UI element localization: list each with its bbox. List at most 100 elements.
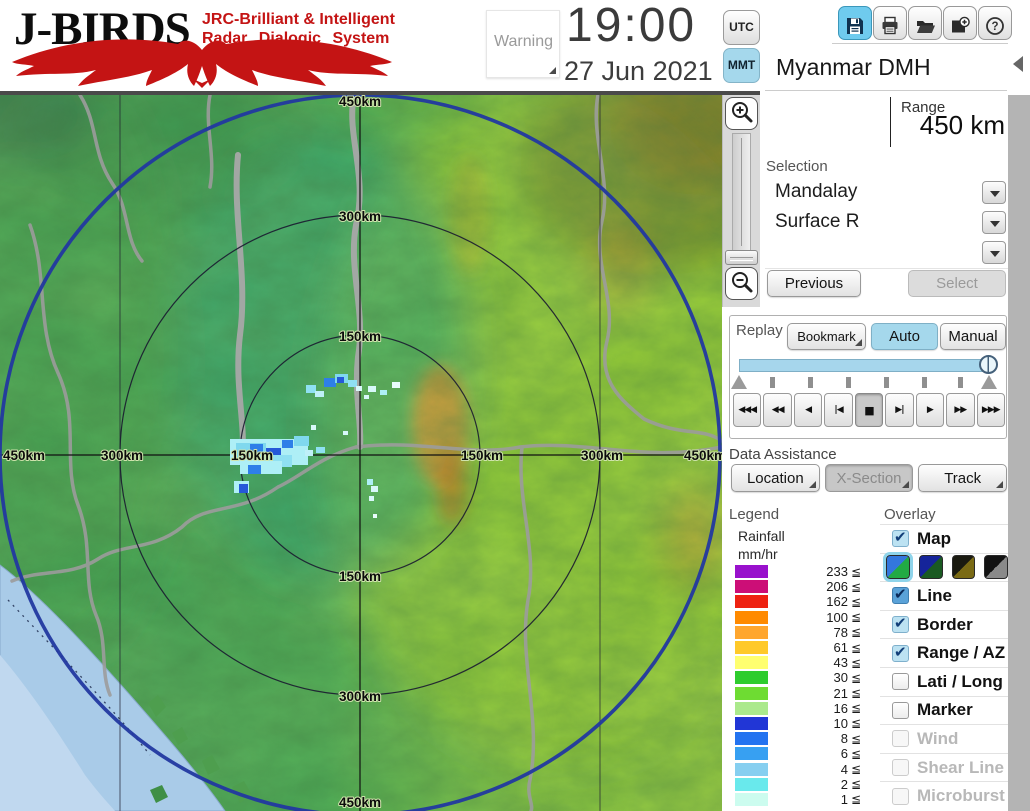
capture-icon: [952, 16, 970, 32]
overlay-item-label: Shear Line: [917, 757, 1004, 777]
open-folder-icon: [917, 20, 935, 33]
play-button[interactable]: ▶: [915, 393, 945, 427]
step-back-button[interactable]: |◀: [824, 393, 853, 427]
shear-line-checkbox: [892, 759, 909, 777]
range-label-150km: 150km: [461, 448, 503, 463]
clock-date: 27 Jun 2021: [564, 56, 713, 86]
precip-cell: [324, 378, 336, 387]
lte-symbol: ≦: [851, 655, 862, 670]
step-forward-button[interactable]: ▶|: [885, 393, 914, 427]
precip-cell: [367, 479, 373, 485]
legend-unit-line1: Rainfall: [738, 528, 785, 544]
product-dropdown[interactable]: Surface R: [765, 208, 1008, 239]
precip-cell: [311, 425, 316, 430]
rain-threshold-value: 233: [826, 564, 848, 580]
lte-symbol: ≦: [851, 640, 862, 655]
help-icon: ?: [986, 16, 1004, 35]
timeline-tick: [958, 377, 963, 388]
precip-cell: [239, 484, 248, 493]
lte-symbol: ≦: [851, 792, 862, 807]
marker-checkbox[interactable]: [892, 701, 909, 719]
legend-row: 162 ≦: [735, 594, 865, 609]
legend-row: 2 ≦: [735, 777, 865, 792]
rain-color-swatch: [735, 656, 768, 670]
mmt-timezone-button[interactable]: MMT: [723, 48, 760, 83]
manual-replay-button[interactable]: Manual: [940, 323, 1006, 350]
timeline-end-marker[interactable]: [981, 375, 997, 389]
print-button[interactable]: [873, 6, 907, 40]
chevron-down-icon[interactable]: [982, 241, 1006, 264]
jbirds-window: J-BIRDS JRC-Brilliant & Intelligent Rada…: [0, 0, 1030, 811]
bookmark-button[interactable]: Bookmark: [787, 323, 866, 350]
zoom-slider-handle[interactable]: [725, 250, 758, 265]
overlay-row-marker: Marker: [880, 695, 1008, 725]
chevron-down-icon[interactable]: [982, 181, 1006, 204]
timeline-tick: [808, 377, 813, 388]
rain-color-swatch: [735, 641, 768, 655]
stop-button[interactable]: ■: [854, 393, 884, 427]
utc-timezone-button[interactable]: UTC: [723, 10, 760, 45]
overlay-item-label: Wind: [917, 728, 959, 748]
radar-map[interactable]: 450km 300km 150km 150km 300km 450km 450km 300km…: [0, 95, 722, 811]
option-dropdown[interactable]: [765, 238, 1008, 269]
map-style-blue-green-icon[interactable]: [883, 552, 913, 583]
rain-color-swatch: [735, 762, 768, 776]
replay-timeline-handle[interactable]: [979, 355, 998, 374]
precip-cell: [348, 380, 357, 387]
line-checkbox[interactable]: [892, 585, 909, 605]
select-button[interactable]: Select: [908, 270, 1006, 297]
precip-cell: [337, 377, 344, 383]
overlay-row-border: Border: [880, 609, 1008, 639]
rain-threshold-value: 30: [833, 670, 848, 686]
range-az-checkbox[interactable]: [892, 643, 909, 662]
lte-symbol: ≦: [851, 610, 862, 625]
help-button[interactable]: ?: [978, 6, 1012, 40]
capture-button[interactable]: [943, 6, 977, 40]
lte-symbol: ≦: [851, 716, 862, 731]
jump-to-start-button[interactable]: ◀◀◀: [733, 393, 762, 427]
border-checkbox[interactable]: [892, 614, 909, 634]
range-value: 450 km: [919, 110, 1005, 140]
lte-symbol: ≦: [851, 670, 862, 685]
lati-long-checkbox[interactable]: [892, 673, 909, 691]
rain-threshold-value: 1: [840, 791, 848, 807]
fast-forward-button[interactable]: ▶▶: [946, 393, 975, 427]
location-button[interactable]: Location: [731, 464, 820, 492]
map-style-black-gray-icon[interactable]: [984, 555, 1008, 580]
save-button[interactable]: [838, 6, 872, 40]
app-logo-subtitle-1: JRC-Brilliant & Intelligent: [202, 11, 395, 28]
zoom-slider-track[interactable]: [732, 133, 751, 251]
precip-cell: [248, 465, 261, 474]
auto-replay-button[interactable]: Auto: [871, 323, 938, 350]
zoom-in-button[interactable]: [725, 97, 758, 130]
map-style-navy-darkgreen-icon[interactable]: [918, 555, 943, 580]
precip-cell: [294, 436, 309, 446]
map-checkbox[interactable]: [892, 528, 909, 548]
precip-cell: [343, 431, 348, 435]
rain-color-swatch: [735, 610, 768, 624]
range-label-450km: 450km: [339, 795, 381, 810]
product-dropdown-value: Surface R: [775, 211, 860, 232]
x-section-button[interactable]: X-Section: [824, 464, 914, 492]
site-dropdown[interactable]: Mandalay: [765, 178, 1008, 209]
replay-timeline-track[interactable]: [739, 359, 989, 372]
track-button[interactable]: Track: [918, 464, 1008, 492]
zoom-out-button[interactable]: [725, 267, 758, 300]
rain-threshold-value: 8: [840, 731, 848, 747]
warning-button[interactable]: Warning: [486, 10, 560, 78]
data-assistance-buttons: Location X-Section Track: [731, 464, 1008, 492]
rain-threshold-value: 206: [826, 579, 848, 595]
collapse-panel-arrow-icon[interactable]: [1013, 56, 1023, 72]
precip-cell: [392, 382, 400, 388]
fast-rewind-button[interactable]: ◀◀: [763, 393, 792, 427]
rain-threshold-value: 162: [826, 594, 848, 610]
open-folder-button[interactable]: [908, 6, 942, 40]
previous-button[interactable]: Previous: [767, 270, 861, 297]
timeline-start-marker[interactable]: [731, 375, 747, 389]
play-reverse-button[interactable]: ◀: [793, 393, 823, 427]
chevron-down-icon[interactable]: [982, 211, 1006, 234]
map-style-black-olive-icon[interactable]: [951, 555, 976, 580]
zoom-out-icon: [731, 272, 752, 293]
legend-row: 100 ≦: [735, 610, 865, 625]
jump-to-end-button[interactable]: ▶▶▶: [976, 393, 1005, 427]
